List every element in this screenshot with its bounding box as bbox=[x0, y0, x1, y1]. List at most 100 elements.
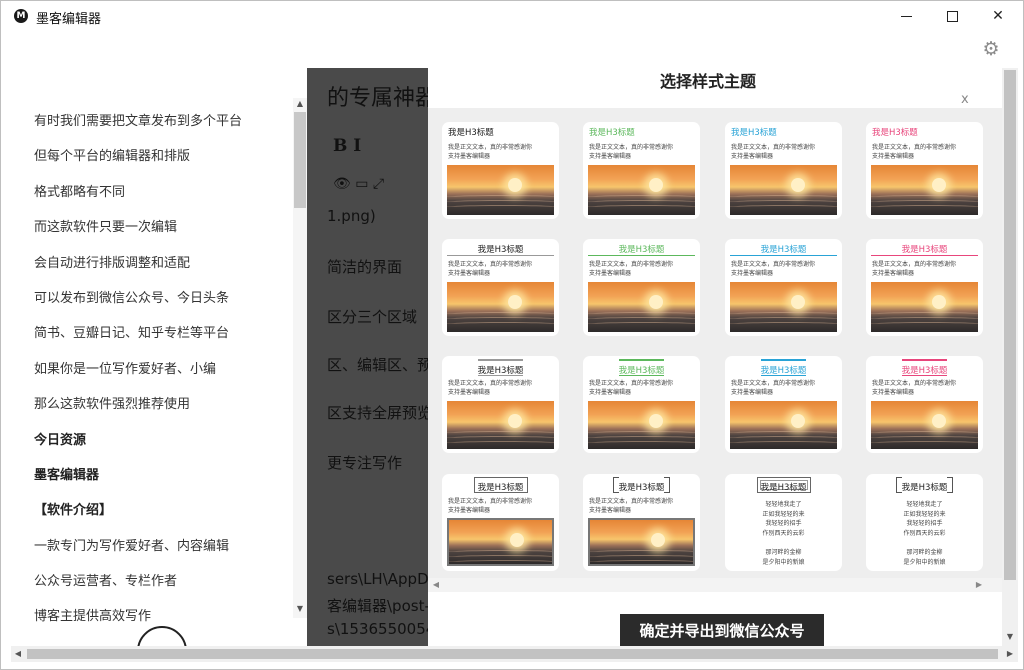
close-button[interactable]: ✕ bbox=[975, 1, 1021, 31]
card-body-line: 我是正文文本，真的非常感谢你 bbox=[872, 380, 957, 387]
theme-card[interactable]: 我是H3标题 我是正文文本，真的非常感谢你 支持墨客编辑器 bbox=[583, 239, 700, 336]
preview-line: 简书、豆瓣日记、知乎专栏等平台 bbox=[34, 326, 230, 342]
card-body-line: 支持墨客编辑器 bbox=[872, 270, 915, 277]
card-poem-line: 是夕阳中的新娘 bbox=[762, 558, 805, 566]
preview-line: 但每个平台的编辑器和排版 bbox=[34, 149, 191, 165]
heading-accent-bar bbox=[478, 359, 523, 361]
preview-line: 如果你是一位写作爱好者、小编 bbox=[34, 361, 217, 377]
card-body-line: 我是正文文本，真的非常感谢你 bbox=[448, 261, 533, 268]
sunset-photo bbox=[447, 401, 554, 449]
scroll-down-icon[interactable]: ▼ bbox=[1002, 630, 1018, 644]
maximize-button[interactable] bbox=[929, 1, 975, 31]
card-body-line: 支持墨客编辑器 bbox=[731, 389, 774, 396]
preview-line: 会自动进行排版调整和适配 bbox=[34, 255, 191, 271]
scroll-left-icon[interactable]: ◀ bbox=[430, 578, 442, 592]
theme-card[interactable]: 我是H3标题 轻轻地我走了 正如我轻轻的来 我轻轻的招手 作别西天的云彩 那河畔的金柳 是夕… bbox=[866, 474, 983, 571]
dialog-close-button[interactable]: x bbox=[961, 92, 969, 107]
editor-line: 简洁的界面 bbox=[327, 258, 403, 276]
card-body-line: 支持墨客编辑器 bbox=[448, 153, 491, 160]
sunset-photo bbox=[871, 282, 978, 332]
window-horizontal-scroll-thumb[interactable] bbox=[27, 649, 998, 659]
card-body-line: 我是正文文本，真的非常感谢你 bbox=[448, 144, 533, 151]
card-heading: 我是H3标题 bbox=[760, 483, 807, 493]
editor-format-toolbar: B I bbox=[333, 136, 362, 156]
card-body-text: 我是正文文本，真的非常感谢你 支持墨客编辑器 bbox=[731, 379, 815, 397]
theme-dialog-title: 选择样式主题 bbox=[659, 72, 756, 91]
window-title: 墨客编辑器 bbox=[36, 12, 102, 27]
sunset-photo bbox=[447, 518, 554, 566]
card-poem-line: 正如我轻轻的来 bbox=[903, 510, 946, 518]
theme-card[interactable]: 我是H3标题我是正文文本，真的非常感谢你 支持墨客编辑器 bbox=[866, 122, 983, 219]
theme-card[interactable]: 我是H3标题 我是正文文本，真的非常感谢你 支持墨客编辑器 bbox=[725, 356, 842, 453]
card-body-line: 我是正文文本，真的非常感谢你 bbox=[872, 261, 957, 268]
app-window: M 墨客编辑器 ✕ ⚙ 有时我们需要把文章发布到多个平台 但每个平台的编辑器和排版… bbox=[0, 0, 1024, 670]
theme-card[interactable]: 我是H3标题 我是正文文本，真的非常感谢你 支持墨客编辑器 bbox=[866, 356, 983, 453]
heading-accent-bar bbox=[619, 359, 664, 361]
card-body-line: 支持墨客编辑器 bbox=[731, 270, 774, 277]
confirm-export-button[interactable]: 确定并导出到微信公众号 bbox=[620, 614, 824, 646]
heading-accent-bar bbox=[902, 359, 947, 361]
card-heading: 我是H3标题 bbox=[448, 128, 494, 138]
gallery-horizontal-scrollbar[interactable]: ◀ ▶ bbox=[428, 578, 1002, 592]
theme-card[interactable]: 我是H3标题 轻轻地我走了 正如我轻轻的来 我轻轻的招手 作别西天的云彩 那河畔的金柳 是夕… bbox=[725, 474, 842, 571]
theme-card[interactable]: 我是H3标题 我是正文文本，真的非常感谢你 支持墨客编辑器 bbox=[583, 122, 700, 219]
card-body-line: 我是正文文本，真的非常感谢你 bbox=[731, 144, 816, 151]
theme-card[interactable]: 我是H3标题 我是正文文本，真的非常感谢你 支持墨客编辑器 bbox=[725, 239, 842, 336]
theme-card[interactable]: 我是H3标题 我是正文文本，真的非常感谢你 支持墨客编辑器 bbox=[583, 474, 700, 571]
card-poem-line: 轻轻地我走了 bbox=[906, 501, 943, 508]
card-heading: 我是H3标题 bbox=[477, 245, 524, 255]
preview-line: 一款专门为写作爱好者、内容编辑 bbox=[34, 538, 230, 554]
scroll-down-icon[interactable]: ▼ bbox=[293, 603, 307, 615]
preview-scrollbar[interactable]: ▲ ▼ bbox=[293, 98, 307, 618]
card-heading: 我是H3标题 bbox=[901, 483, 948, 493]
theme-card[interactable]: 我是H3标题 我是正文文本，真的非常感谢你 支持墨客编辑器 bbox=[583, 356, 700, 453]
sunset-photo bbox=[447, 165, 554, 215]
heading-underline bbox=[447, 255, 554, 256]
card-heading: 我是H3标题 bbox=[872, 128, 918, 138]
card-heading: 我是H3标题 bbox=[760, 245, 807, 255]
card-body-line: 支持墨客编辑器 bbox=[589, 507, 632, 514]
theme-card[interactable]: 我是H3标题 我是正文文本，真的非常感谢你 支持墨客编辑器 bbox=[725, 122, 842, 219]
heading-accent-bar bbox=[761, 359, 806, 361]
window-horizontal-scrollbar[interactable]: ◀ ▶ bbox=[11, 646, 1018, 662]
theme-card[interactable]: 我是H3标题 我是正文文本，真的非常感谢你 支持墨客编辑器 bbox=[866, 239, 983, 336]
card-poem-line: 作别西天的云彩 bbox=[762, 529, 805, 537]
preview-line: 【软件介绍】 bbox=[34, 503, 113, 519]
preview-line: 格式都略有不同 bbox=[34, 184, 126, 200]
card-heading: 我是H3标题 bbox=[618, 245, 665, 255]
card-body-line: 我是正文文本，真的非常感谢你 bbox=[589, 380, 674, 387]
card-body-line: 我是正文文本，真的非常感谢你 bbox=[731, 380, 816, 387]
preview-line: 有时我们需要把文章发布到多个平台 bbox=[34, 114, 243, 129]
card-poem-line: 是夕阳中的新娘 bbox=[903, 558, 946, 566]
theme-card[interactable]: 我是H3标题 我是正文文本，真的非常感谢你 支持墨客编辑器 bbox=[442, 474, 559, 571]
theme-card[interactable]: 我是H3标题我是正文文本，真的非常感谢你 支持墨客编辑器 bbox=[442, 239, 559, 336]
card-body-text: 我是正文文本，真的非常感谢你 支持墨客编辑器 bbox=[872, 143, 956, 161]
card-body-line: 我是正文文本，真的非常感谢你 bbox=[448, 498, 533, 505]
maximize-icon bbox=[946, 10, 958, 22]
scroll-right-icon[interactable]: ▶ bbox=[1003, 646, 1017, 662]
window-vertical-scrollbar[interactable]: ▼ bbox=[1002, 68, 1018, 646]
scroll-up-icon[interactable]: ▲ bbox=[293, 98, 307, 110]
window-vertical-scroll-thumb[interactable] bbox=[1004, 70, 1016, 580]
theme-card[interactable]: 我是H3标题我是正文文本，真的非常感谢你 支持墨客编辑器 bbox=[442, 122, 559, 219]
card-heading: 我是H3标题 bbox=[477, 483, 524, 493]
card-body-line: 我是正文文本，真的非常感谢你 bbox=[448, 380, 533, 387]
theme-card[interactable]: 我是H3标题 我是正文文本，真的非常感谢你 支持墨客编辑器 bbox=[442, 356, 559, 453]
sunset-photo bbox=[588, 518, 695, 566]
card-poem-line: 正如我轻轻的来 bbox=[762, 510, 805, 518]
gear-icon[interactable]: ⚙ bbox=[981, 39, 1001, 59]
scroll-left-icon[interactable]: ◀ bbox=[11, 646, 25, 662]
editor-pane: 的专属神器 B I 👁 ▭ ⤢ 1.png) 简洁的界面 区分三个区域 区、编辑区、预… bbox=[307, 68, 428, 646]
minimize-button[interactable] bbox=[883, 1, 929, 31]
card-poem-line: 我轻轻的招手 bbox=[906, 520, 943, 527]
card-body-text: 我是正文文本，真的非常感谢你 支持墨客编辑器 bbox=[872, 260, 956, 278]
sunset-photo bbox=[447, 282, 554, 332]
preview-scroll-thumb[interactable] bbox=[294, 112, 306, 208]
card-body-text: 我是正文文本，真的非常感谢你 支持墨客编辑器 bbox=[589, 497, 673, 515]
heading-underline bbox=[902, 375, 947, 376]
heading-underline bbox=[588, 255, 695, 256]
card-body-line: 支持墨客编辑器 bbox=[872, 153, 915, 160]
minimize-icon bbox=[900, 15, 912, 17]
scroll-right-icon[interactable]: ▶ bbox=[973, 578, 985, 592]
card-body-text: 我是正文文本，真的非常感谢你 支持墨客编辑器 bbox=[448, 260, 532, 278]
